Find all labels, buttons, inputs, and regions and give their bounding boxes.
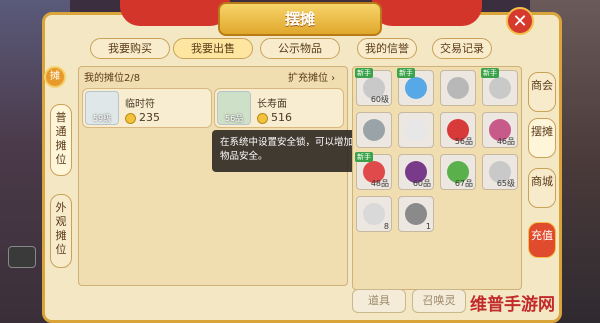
inventory-slot[interactable]: 46品 bbox=[482, 112, 518, 148]
inventory-slot[interactable] bbox=[440, 70, 476, 106]
slot-quantity: 8 bbox=[383, 222, 389, 231]
items-button[interactable]: 道具 bbox=[352, 289, 406, 313]
tab-stall[interactable]: 摆摊 bbox=[528, 118, 556, 158]
chat-icon[interactable] bbox=[8, 246, 36, 268]
item-art-icon bbox=[363, 203, 385, 225]
slot-quantity: 65级 bbox=[496, 179, 515, 188]
page-title: 摆摊 bbox=[218, 2, 382, 36]
new-badge: 新手 bbox=[355, 152, 373, 162]
tab-mall[interactable]: 商城 bbox=[528, 168, 556, 208]
tab-chamber-of-commerce[interactable]: 商会 bbox=[528, 72, 556, 112]
inventory-slot[interactable]: 56品 bbox=[440, 112, 476, 148]
item-art-icon bbox=[405, 119, 427, 141]
coin-icon bbox=[125, 112, 136, 124]
coin-icon bbox=[257, 112, 268, 124]
new-badge: 新手 bbox=[397, 68, 415, 78]
slot-quantity: 46品 bbox=[496, 137, 515, 146]
tab-buy[interactable]: 我要购买 bbox=[90, 38, 170, 59]
tab-sell[interactable]: 我要出售 bbox=[173, 38, 253, 59]
item-art-icon bbox=[363, 119, 385, 141]
item-art-icon bbox=[405, 203, 427, 225]
item-level: 59级 bbox=[93, 114, 112, 123]
slot-quantity: 60品 bbox=[412, 179, 431, 188]
inventory-slot[interactable]: 8 bbox=[356, 196, 392, 232]
item-level: 56品 bbox=[225, 114, 244, 123]
expand-stall-link[interactable]: 扩充摊位 › bbox=[288, 69, 335, 84]
item-art-icon bbox=[405, 77, 427, 99]
tab-reputation[interactable]: 我的信誉 bbox=[357, 38, 417, 59]
inventory-slot[interactable]: 1 bbox=[398, 196, 434, 232]
inventory-slot[interactable] bbox=[398, 112, 434, 148]
inventory-slot[interactable]: 新手 48品 bbox=[355, 152, 392, 190]
slot-quantity: 56品 bbox=[454, 137, 473, 146]
inventory-slot[interactable]: 新手 bbox=[481, 68, 518, 106]
inventory-slot[interactable]: 65级 bbox=[482, 154, 518, 190]
slot-quantity: 1 bbox=[425, 222, 431, 231]
inventory-slot[interactable]: 60品 bbox=[398, 154, 434, 190]
inventory-slot[interactable]: 67品 bbox=[440, 154, 476, 190]
item-price: 235 bbox=[125, 111, 160, 124]
stall-marker-badge: 摊 bbox=[44, 66, 66, 88]
slot-quantity: 48品 bbox=[370, 179, 389, 188]
item-art-icon bbox=[489, 77, 511, 99]
new-badge: 新手 bbox=[355, 68, 373, 78]
stall-item-1[interactable]: 59级 临时符 235 bbox=[82, 88, 212, 128]
security-tooltip: 在系统中设置安全锁，可以增加物品安全。 bbox=[212, 130, 362, 172]
item-name: 长寿面 bbox=[257, 99, 287, 110]
item-price: 516 bbox=[257, 111, 292, 124]
slot-quantity: 67品 bbox=[454, 179, 473, 188]
inventory-slot[interactable]: 新手 bbox=[397, 68, 434, 106]
item-art-icon bbox=[447, 77, 469, 99]
tab-appearance-stall[interactable]: 外观摊位 bbox=[50, 194, 72, 268]
new-badge: 新手 bbox=[481, 68, 499, 78]
inventory-slot[interactable]: 新手 60级 bbox=[355, 68, 392, 106]
stall-title: 我的摊位2/8 bbox=[84, 73, 141, 84]
tab-public-items[interactable]: 公示物品 bbox=[260, 38, 340, 59]
tab-recharge[interactable]: 充值 bbox=[528, 222, 556, 258]
slot-quantity: 60级 bbox=[370, 95, 389, 104]
inventory-slot[interactable] bbox=[356, 112, 392, 148]
item-name: 临时符 bbox=[125, 99, 155, 110]
tab-trade-record[interactable]: 交易记录 bbox=[432, 38, 492, 59]
stall-item-2[interactable]: 56品 长寿面 516 bbox=[214, 88, 344, 128]
tab-normal-stall[interactable]: 普通摊位 bbox=[50, 104, 72, 176]
ribbon-left-decoration bbox=[120, 0, 230, 26]
ribbon-right-decoration bbox=[372, 0, 482, 26]
watermark-text: 维普手游网 bbox=[470, 295, 555, 315]
close-button[interactable]: ✕ bbox=[506, 7, 534, 35]
summon-button[interactable]: 召唤灵 bbox=[412, 289, 466, 313]
